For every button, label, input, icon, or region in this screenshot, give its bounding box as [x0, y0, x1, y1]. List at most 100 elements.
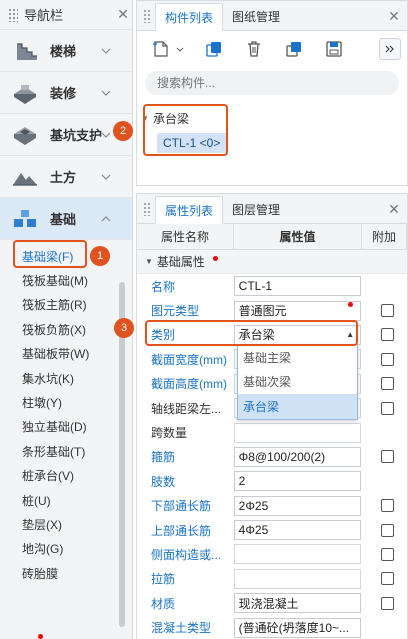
property-row: 箍筋 Φ8@100/200(2): [137, 445, 407, 469]
property-row: 材质 现浇混凝土: [137, 591, 407, 615]
drag-grip-icon[interactable]: [143, 9, 151, 23]
additional-cell: [367, 352, 407, 366]
property-row: 名称 CTL-1: [137, 274, 407, 298]
more-tools-button[interactable]: [379, 38, 401, 60]
additional-checkbox[interactable]: [380, 328, 394, 342]
dropdown-option-foundation-main-beam[interactable]: 基础主梁: [238, 345, 357, 370]
nav-category-decoration[interactable]: 装修: [0, 72, 132, 114]
property-row: 上部通长筋 4Φ25: [137, 518, 407, 542]
property-value-field[interactable]: [233, 422, 362, 443]
property-value-field[interactable]: CTL-1: [233, 276, 362, 297]
nav-title: 导航栏: [24, 8, 64, 23]
property-value-field[interactable]: (普通砼(坍落度10~...: [233, 617, 362, 638]
copy-button[interactable]: [201, 37, 227, 61]
subitem-isolated-foundation[interactable]: 独立基础(D): [0, 415, 130, 439]
dropdown-option-pile-cap-beam[interactable]: 承台梁: [238, 394, 357, 419]
property-value-field[interactable]: 现浇混凝土: [233, 593, 362, 614]
property-value-field[interactable]: 普通图元: [233, 300, 362, 321]
additional-checkbox[interactable]: [380, 547, 394, 561]
close-icon[interactable]: ✕: [385, 7, 403, 25]
subitem-column-pier[interactable]: 柱墩(Y): [0, 390, 130, 414]
subitem-foundation-strip[interactable]: 基础板带(W): [0, 342, 130, 366]
collapse-triangle-icon[interactable]: ▼: [145, 257, 153, 266]
subitem-trench[interactable]: 地沟(G): [0, 537, 130, 561]
nav-category-pit-support[interactable]: 基坑支护: [0, 114, 132, 156]
property-value-field[interactable]: 2Φ25: [233, 495, 362, 516]
chevron-down-icon[interactable]: [98, 85, 114, 101]
additional-checkbox[interactable]: [380, 596, 394, 610]
subitem-strip-foundation[interactable]: 条形基础(T): [0, 439, 130, 463]
property-name: 图元类型: [151, 304, 200, 319]
property-row: 肢数 2: [137, 469, 407, 493]
additional-checkbox[interactable]: [380, 450, 394, 464]
copy-to-floor-button[interactable]: [281, 37, 307, 61]
additional-checkbox[interactable]: [380, 572, 394, 586]
tab-component-list[interactable]: 构件列表: [155, 3, 224, 31]
subitem-sump-pit[interactable]: 集水坑(K): [0, 366, 130, 390]
delete-button[interactable]: [241, 37, 267, 61]
step-badge-1: 1: [90, 246, 110, 266]
drag-grip-icon[interactable]: [8, 7, 18, 22]
subitem-raft-foundation[interactable]: 筏板基础(M): [0, 268, 130, 292]
property-value-field[interactable]: 2: [233, 471, 362, 492]
search-input[interactable]: [157, 76, 357, 90]
subitem-cushion[interactable]: 垫层(X): [0, 512, 130, 536]
additional-checkbox[interactable]: [380, 304, 394, 318]
step-badge-2: 2: [113, 121, 133, 141]
chevron-down-icon[interactable]: [98, 169, 114, 185]
subitem-brick-mold[interactable]: 砖胎膜: [0, 561, 130, 585]
property-row: 混凝土类型 (普通砼(坍落度10~...: [137, 615, 407, 639]
property-value-field[interactable]: 4Φ25: [233, 520, 362, 541]
property-name: 肢数: [151, 474, 176, 489]
group-label: 基础属性: [156, 255, 205, 269]
chevron-down-icon[interactable]: [98, 127, 114, 143]
dropdown-option-foundation-secondary-beam[interactable]: 基础次梁: [238, 370, 357, 395]
property-group-basic[interactable]: ▼ 基础属性: [137, 250, 407, 274]
additional-checkbox[interactable]: [380, 377, 394, 391]
header-property-value: 属性值: [234, 224, 362, 249]
nav-category-earthwork[interactable]: 土方: [0, 156, 132, 198]
property-name: 截面宽度(mm): [151, 352, 227, 367]
stairs-icon: [10, 39, 40, 63]
header-property-name: 属性名称: [137, 224, 234, 249]
header-additional: 附加: [362, 224, 407, 249]
save-component-button[interactable]: [321, 37, 347, 61]
additional-checkbox[interactable]: [380, 499, 394, 513]
tab-property-list[interactable]: 属性列表: [155, 196, 224, 224]
property-row: 跨数量: [137, 420, 407, 444]
nav-header: 导航栏 ✕: [0, 0, 132, 30]
property-name: 轴线距梁左...: [151, 401, 222, 416]
chevron-down-icon[interactable]: [98, 43, 114, 59]
tab-layer-management[interactable]: 图层管理: [223, 195, 289, 223]
property-row: 下部通长筋 2Φ25: [137, 494, 407, 518]
nav-category-foundation[interactable]: 基础: [0, 198, 132, 240]
close-icon[interactable]: ✕: [385, 200, 403, 218]
nav-category-stairs[interactable]: 楼梯: [0, 30, 132, 72]
property-name: 侧面构造或...: [151, 547, 222, 562]
step-badge-3: 3: [114, 318, 134, 338]
drag-grip-icon[interactable]: [143, 202, 151, 216]
tab-drawing-management[interactable]: 图纸管理: [223, 2, 289, 30]
nav-category-label: 基础: [50, 212, 77, 227]
additional-checkbox[interactable]: [380, 352, 394, 366]
new-file-icon: [153, 41, 184, 57]
new-component-button[interactable]: [149, 37, 187, 61]
component-toolbar: [137, 31, 407, 67]
subitem-raft-main-rebar[interactable]: 筏板主筋(R): [0, 293, 130, 317]
subitem-raft-negative-rebar[interactable]: 筏板负筋(X): [0, 317, 130, 341]
property-value-field[interactable]: [233, 568, 362, 589]
property-row: 侧面构造或...: [137, 542, 407, 566]
additional-checkbox[interactable]: [380, 523, 394, 537]
component-search-box[interactable]: [145, 71, 399, 95]
property-name: 下部通长筋: [151, 499, 212, 514]
additional-cell: [367, 401, 407, 415]
subitem-pile[interactable]: 桩(U): [0, 488, 130, 512]
close-icon[interactable]: ✕: [114, 6, 132, 24]
property-value-field[interactable]: Φ8@100/200(2): [233, 446, 362, 467]
property-value-field[interactable]: [233, 544, 362, 565]
chevron-up-icon[interactable]: [98, 211, 114, 227]
additional-checkbox[interactable]: [380, 401, 394, 415]
highlight-box-subitem: [13, 240, 87, 268]
subitem-pile-cap[interactable]: 桩承台(V): [0, 464, 130, 488]
copy-icon: [206, 42, 221, 57]
